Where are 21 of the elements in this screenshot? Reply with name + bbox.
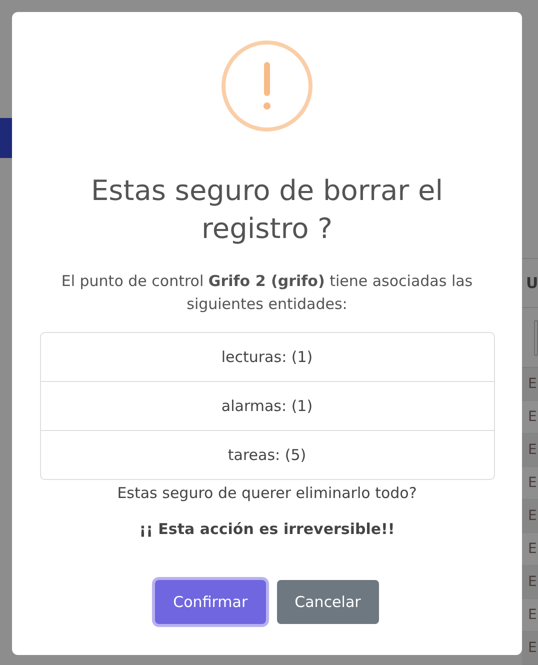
warning-icon <box>221 40 313 132</box>
column-header: U <box>526 274 538 292</box>
table-cell: E <box>528 409 537 425</box>
table-cell: E <box>528 442 537 458</box>
table-cell: E <box>528 607 537 623</box>
table-cell: E <box>528 376 537 392</box>
dialog-message: El punto de control Grifo 2 (grifo) tiene asociadas las siguientes entidades: <box>60 271 474 315</box>
warning-text: ¡¡ Esta acción es irreversible!! <box>139 520 395 538</box>
page-button[interactable] <box>0 118 12 158</box>
list-item: tareas: (5) <box>40 430 494 479</box>
list-item: alarmas: (1) <box>40 381 494 430</box>
cancel-button[interactable]: Cancelar <box>276 580 379 624</box>
table-cell: E <box>528 475 537 491</box>
table-cell: E <box>528 541 537 557</box>
table-cell: E <box>528 640 537 656</box>
dialog-question: Estas seguro de querer eliminarlo todo? <box>117 484 417 502</box>
list-item: lecturas: (1) <box>220 347 314 368</box>
table-cell: E <box>528 574 537 590</box>
confirm-button[interactable]: Confirmar <box>155 580 266 624</box>
table-cell: E <box>528 508 537 524</box>
dialog-title: Estas seguro de borrar el registro ? <box>90 173 444 247</box>
